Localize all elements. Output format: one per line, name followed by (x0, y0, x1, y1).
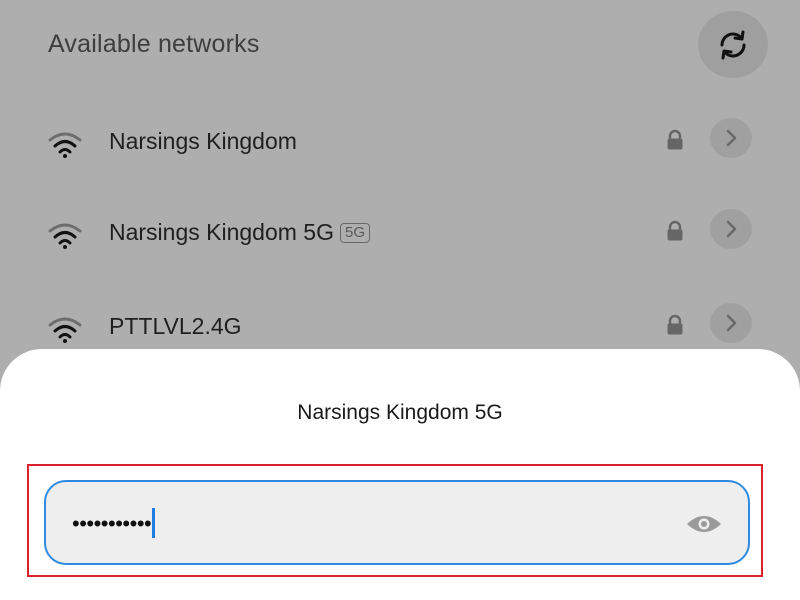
network-details-button[interactable] (710, 209, 752, 249)
eye-icon[interactable] (686, 514, 722, 534)
password-dialog: Narsings Kingdom 5G ••••••••••• (0, 349, 800, 600)
network-name: PTTLVL2.4G (109, 313, 242, 339)
password-value: ••••••••••• (72, 508, 155, 538)
chevron-right-icon (726, 314, 737, 332)
network-details-button[interactable] (710, 303, 752, 343)
network-item[interactable]: Narsings Kingdom (0, 113, 800, 173)
lock-icon (667, 314, 683, 335)
network-name: Narsings Kingdom 5G 5G (109, 219, 371, 246)
network-name: Narsings Kingdom (109, 128, 297, 154)
page-title: Available networks (48, 30, 260, 58)
band-badge: 5G (340, 223, 371, 243)
lock-icon (667, 129, 683, 150)
text-cursor (152, 508, 155, 538)
lock-icon (667, 220, 683, 241)
network-details-button[interactable] (710, 118, 752, 158)
wifi-icon (48, 317, 82, 343)
chevron-right-icon (726, 129, 737, 147)
wifi-icon (48, 223, 82, 249)
wifi-icon (48, 132, 82, 158)
refresh-icon (720, 30, 746, 59)
refresh-button[interactable] (698, 11, 768, 78)
chevron-right-icon (726, 220, 737, 238)
password-input[interactable]: ••••••••••• (44, 480, 750, 565)
network-item[interactable]: Narsings Kingdom 5G 5G (0, 204, 800, 264)
dialog-title: Narsings Kingdom 5G (297, 401, 503, 424)
